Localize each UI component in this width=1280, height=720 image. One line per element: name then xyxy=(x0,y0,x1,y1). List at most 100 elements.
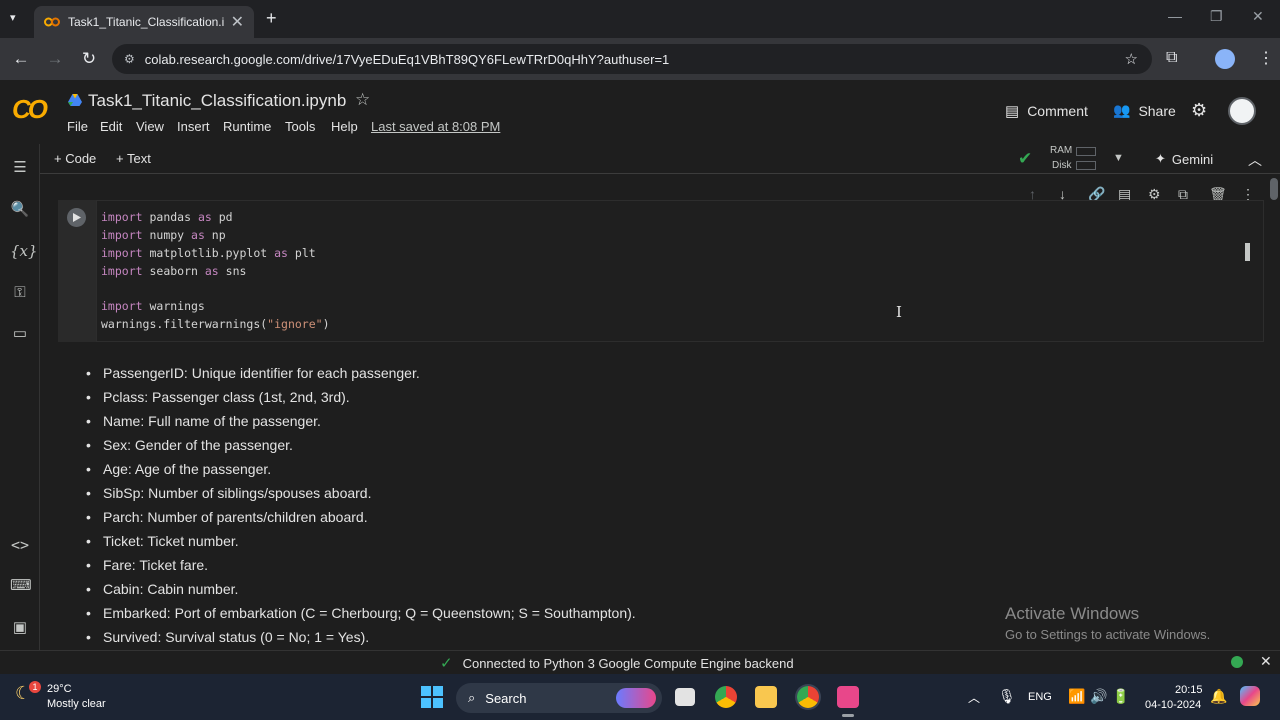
code-line: import warnings xyxy=(101,299,205,313)
snipping-tool-icon[interactable] xyxy=(837,686,859,708)
gemini-button[interactable]: ✦ Gemini xyxy=(1155,151,1213,167)
close-tab-icon[interactable]: ✕ xyxy=(231,12,244,32)
gemini-label: Gemini xyxy=(1171,151,1214,167)
comment-button[interactable]: ▤ Comment xyxy=(1005,102,1088,120)
minimize-icon[interactable]: — xyxy=(1168,8,1182,24)
star-notebook-icon[interactable]: ☆ xyxy=(355,90,370,110)
search-highlight-icon xyxy=(616,688,656,708)
secrets-key-icon[interactable]: ⚿ xyxy=(10,283,30,303)
page-scrollbar[interactable] xyxy=(1270,178,1278,200)
active-app-indicator xyxy=(842,714,854,717)
taskbar-search-box[interactable]: ⌕ Search xyxy=(456,683,662,713)
search-magnifier-icon: ⌕ xyxy=(468,690,476,705)
profile-avatar[interactable] xyxy=(1215,49,1235,69)
browser-menu-icon[interactable]: ⋮ xyxy=(1258,48,1274,68)
share-label: Share xyxy=(1138,102,1176,119)
table-of-contents-icon[interactable]: ☰ xyxy=(10,158,30,178)
comment-icon: ▤ xyxy=(1005,103,1020,120)
chrome-profile-icon[interactable] xyxy=(797,686,819,708)
add-text-button[interactable]: + Text xyxy=(116,151,151,166)
notification-bell-icon[interactable]: 🔔 xyxy=(1210,688,1227,705)
menu-tools[interactable]: Tools xyxy=(285,119,315,134)
comment-label: Comment xyxy=(1027,103,1088,119)
last-saved-link[interactable]: Last saved at 8:08 PM xyxy=(371,119,500,134)
volume-icon[interactable]: 🔊 xyxy=(1090,688,1107,705)
search-icon[interactable]: 🔍 xyxy=(10,200,30,220)
status-text: Connected to Python 3 Google Compute Eng… xyxy=(462,655,794,671)
editor-scroll-marker xyxy=(1245,243,1250,261)
status-green-dot xyxy=(1231,656,1243,668)
gemini-sparkle-icon: ✦ xyxy=(1155,151,1166,166)
chrome-icon[interactable] xyxy=(715,686,737,708)
forward-icon[interactable]: → xyxy=(38,49,72,69)
bookmark-star-icon[interactable]: ☆ xyxy=(1125,50,1138,68)
text-cursor-icon: I xyxy=(896,303,902,321)
run-cell-button[interactable] xyxy=(67,208,86,227)
weather-temp: 29°C xyxy=(47,683,72,695)
add-code-button[interactable]: + Code xyxy=(54,151,96,166)
site-info-icon[interactable]: ⚙ xyxy=(124,52,135,66)
browser-tab[interactable]: Task1_Titanic_Classification.ipynb ✕ xyxy=(34,6,254,38)
menu-help[interactable]: Help xyxy=(331,119,358,134)
copilot-icon[interactable] xyxy=(1240,686,1260,706)
extensions-icon[interactable]: ⧉ xyxy=(1166,49,1177,67)
clock-date[interactable]: 04-10-2024 xyxy=(1145,699,1201,711)
new-tab-icon[interactable]: + xyxy=(266,8,277,29)
menu-file[interactable]: File xyxy=(67,119,88,134)
code-line: warnings.filterwarnings("ignore") xyxy=(101,317,330,331)
activate-windows-title: Activate Windows xyxy=(1005,604,1140,623)
microphone-icon[interactable]: 🎙 xyxy=(998,688,1016,705)
close-window-icon[interactable]: ✕ xyxy=(1252,8,1264,25)
colab-favicon-icon xyxy=(44,17,60,27)
language-indicator[interactable]: ENG xyxy=(1028,691,1052,703)
connected-status[interactable]: ✓ Connected to Python 3 Google Compute E… xyxy=(440,654,794,672)
weather-widget[interactable]: ☾ 1 29°C Mostly clear xyxy=(15,681,115,715)
tab-search-dropdown-icon[interactable]: ▾ xyxy=(10,11,16,24)
ram-label: RAM xyxy=(1050,145,1073,156)
reload-icon[interactable]: ↻ xyxy=(72,49,106,69)
account-avatar[interactable] xyxy=(1228,97,1256,125)
clock-time[interactable]: 20:15 xyxy=(1175,684,1203,696)
activate-windows-subtitle: Go to Settings to activate Windows. xyxy=(1005,627,1211,642)
task-view-icon[interactable] xyxy=(675,688,695,706)
drive-icon xyxy=(68,93,82,106)
tab-title: Task1_Titanic_Classification.ipynb xyxy=(68,15,225,29)
url-text: colab.research.google.com/drive/17VyeEDu… xyxy=(144,51,670,67)
code-line: import matplotlib.pyplot as plt xyxy=(101,246,316,260)
weather-badge: 1 xyxy=(29,681,41,693)
battery-icon[interactable]: 🔋 xyxy=(1112,688,1129,705)
code-line: import seaborn as sns xyxy=(101,264,247,278)
terminal-icon[interactable]: ▣ xyxy=(10,618,30,638)
restore-icon[interactable]: ❐ xyxy=(1210,8,1223,25)
disk-label: Disk xyxy=(1052,160,1072,171)
ram-meter xyxy=(1076,147,1096,156)
connected-check-icon[interactable]: ✔ xyxy=(1018,149,1032,169)
menu-insert[interactable]: Insert xyxy=(177,119,210,134)
share-button[interactable]: 👥 Share xyxy=(1113,102,1176,119)
wifi-icon[interactable]: 📶 xyxy=(1068,688,1085,705)
file-explorer-icon[interactable] xyxy=(755,686,777,708)
close-status-icon[interactable]: ✕ xyxy=(1260,653,1272,670)
play-icon xyxy=(72,213,81,222)
search-label: Search xyxy=(485,690,527,706)
windows-start-icon[interactable] xyxy=(421,686,443,708)
colab-header xyxy=(0,80,1280,144)
show-hidden-icons-icon[interactable]: ︿ xyxy=(968,689,980,706)
resources-dropdown-icon[interactable]: ▼ xyxy=(1113,152,1124,164)
menu-edit[interactable]: Edit xyxy=(100,119,122,134)
files-folder-icon[interactable]: ▭ xyxy=(10,324,30,344)
disk-meter xyxy=(1076,161,1096,170)
colab-logo[interactable]: CO xyxy=(12,94,48,125)
status-check-icon: ✓ xyxy=(440,655,453,672)
menu-view[interactable]: View xyxy=(136,119,164,134)
weather-desc: Mostly clear xyxy=(47,698,106,710)
settings-gear-icon[interactable]: ⚙ xyxy=(1191,100,1207,121)
back-icon[interactable]: ← xyxy=(4,49,38,69)
command-palette-icon[interactable]: ⌨ xyxy=(10,576,32,596)
code-snippets-icon[interactable]: <> xyxy=(10,535,30,555)
variables-icon[interactable]: {x} xyxy=(10,241,38,261)
address-bar[interactable]: ⚙ colab.research.google.com/drive/17VyeE… xyxy=(112,44,1152,74)
collapse-header-icon[interactable]: ︿ xyxy=(1248,150,1262,170)
notebook-title[interactable]: Task1_Titanic_Classification.ipynb xyxy=(88,91,346,111)
menu-runtime[interactable]: Runtime xyxy=(223,119,271,134)
